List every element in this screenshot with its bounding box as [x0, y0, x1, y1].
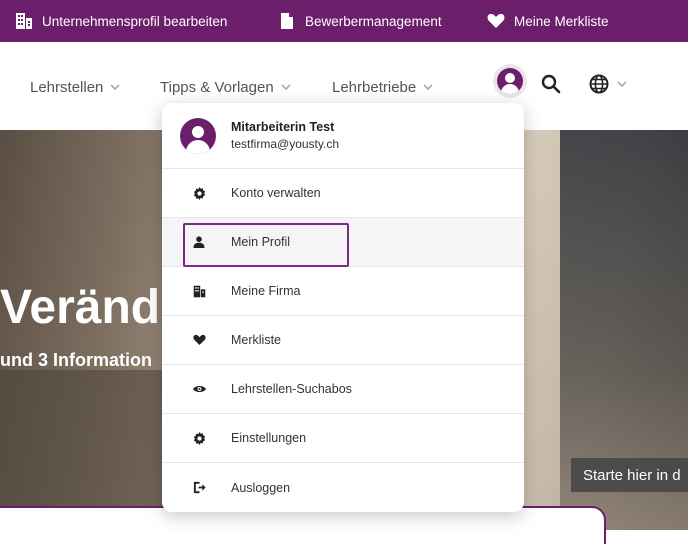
- chevron-down-icon: [422, 81, 434, 93]
- my-watchlist-link[interactable]: Meine Merkliste: [486, 0, 609, 42]
- applicant-management-label: Bewerbermanagement: [305, 13, 442, 29]
- gear-icon: [192, 431, 206, 445]
- search-icon: [541, 74, 561, 94]
- menu-item-label: Ausloggen: [231, 480, 291, 495]
- search-button[interactable]: [540, 73, 562, 95]
- user-email: testfirma@yousty.ch: [231, 137, 339, 151]
- heart-icon: [192, 333, 206, 347]
- user-menu-dropdown: Mitarbeiterin Test testfirma@yousty.ch K…: [162, 103, 524, 512]
- menu-item-label: Lehrstellen-Suchabos: [231, 382, 352, 396]
- nav-tipps-vorlagen-label: Tipps & Vorlagen: [160, 78, 274, 96]
- menu-item-konto-verwalten[interactable]: Konto verwalten: [162, 169, 524, 218]
- my-watchlist-label: Meine Merkliste: [514, 13, 609, 29]
- nav-lehrstellen-label: Lehrstellen: [30, 78, 104, 96]
- nav-lehrstellen[interactable]: Lehrstellen: [30, 77, 121, 97]
- avatar: [497, 68, 523, 94]
- chevron-down-icon: [109, 81, 121, 93]
- hero-subtitle: und 3 Information: [0, 350, 152, 370]
- menu-item-label: Einstellungen: [231, 431, 307, 445]
- hero-title: Veränd: [0, 281, 161, 334]
- chevron-down-icon: [616, 78, 628, 90]
- language-selector[interactable]: [588, 73, 632, 95]
- applicant-management-link[interactable]: Bewerbermanagement: [277, 0, 442, 42]
- globe-icon: [589, 74, 609, 94]
- edit-company-profile-link[interactable]: Unternehmensprofil bearbeiten: [14, 0, 227, 42]
- menu-item-ausloggen[interactable]: Ausloggen: [162, 463, 524, 512]
- heart-icon: [486, 11, 506, 31]
- edit-company-profile-label: Unternehmensprofil bearbeiten: [42, 13, 228, 29]
- building-icon: [192, 284, 206, 298]
- user-avatar-button[interactable]: [493, 64, 527, 98]
- building-icon: [14, 11, 34, 31]
- top-bar: Unternehmensprofil bearbeiten Bewerberma…: [0, 0, 688, 42]
- nav-lehrbetriebe[interactable]: Lehrbetriebe: [332, 77, 434, 97]
- nav-lehrbetriebe-label: Lehrbetriebe: [332, 78, 417, 96]
- avatar: [180, 118, 216, 154]
- user-menu-header: Mitarbeiterin Test testfirma@yousty.ch: [162, 103, 524, 169]
- chevron-down-icon: [280, 81, 292, 93]
- menu-item-label: Meine Firma: [231, 284, 301, 298]
- nav-tipps-vorlagen[interactable]: Tipps & Vorlagen: [160, 77, 292, 97]
- user-name: Mitarbeiterin Test: [231, 120, 335, 134]
- menu-item-merkliste[interactable]: Merkliste: [162, 316, 524, 365]
- gear-icon: [192, 186, 206, 200]
- eye-icon: [192, 382, 206, 396]
- menu-item-lehrstellen-suchabos[interactable]: Lehrstellen-Suchabos: [162, 365, 524, 414]
- menu-item-label: Konto verwalten: [231, 186, 321, 200]
- start-here-button[interactable]: Starte hier in d: [571, 458, 688, 492]
- menu-item-label: Merkliste: [231, 333, 282, 347]
- document-icon: [277, 11, 297, 31]
- logout-icon: [192, 481, 206, 495]
- menu-item-meine-firma[interactable]: Meine Firma: [162, 267, 524, 316]
- menu-item-einstellungen[interactable]: Einstellungen: [162, 414, 524, 463]
- highlight-annotation: [183, 223, 349, 267]
